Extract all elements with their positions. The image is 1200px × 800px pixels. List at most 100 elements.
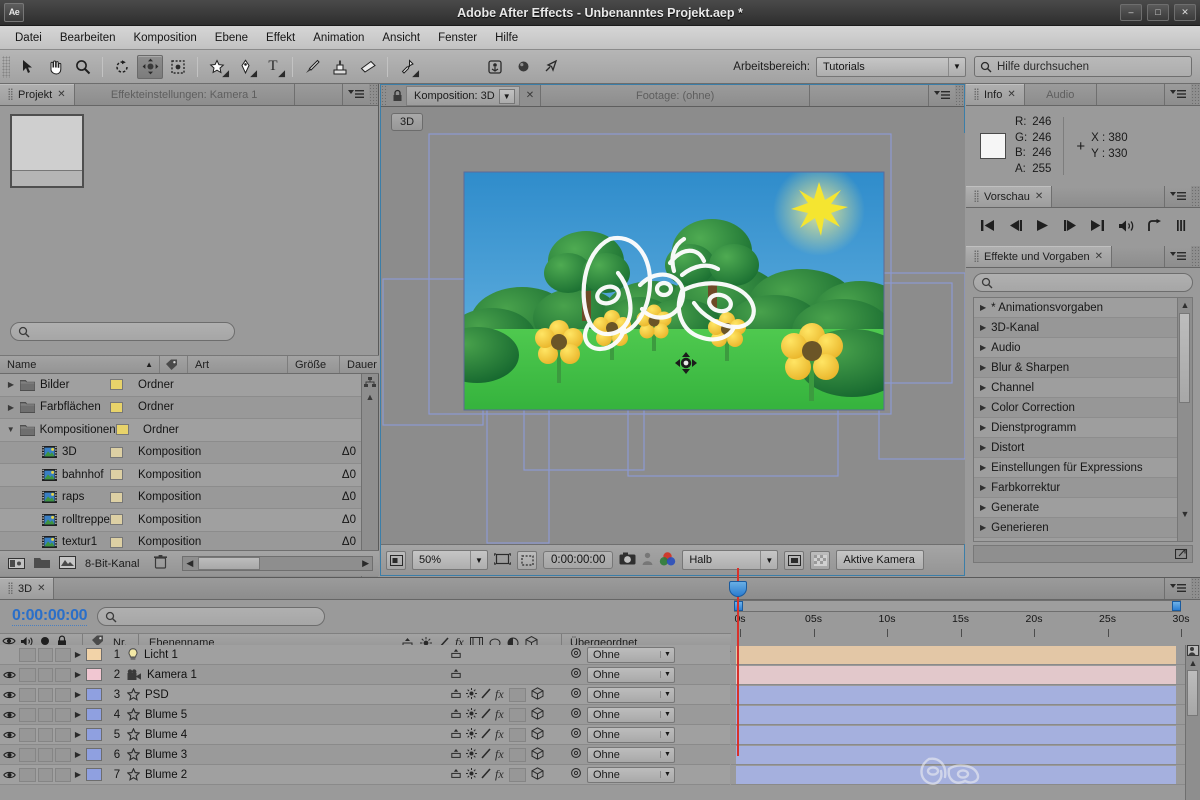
effects-search-input[interactable] bbox=[973, 273, 1193, 292]
effects-category-row[interactable]: ▶ Farbkorrektur bbox=[974, 478, 1192, 498]
timeline-track[interactable] bbox=[731, 705, 1200, 725]
bit-depth-label[interactable]: 8-Bit-Kanal bbox=[85, 558, 139, 570]
parent-pickwhip-icon[interactable] bbox=[570, 727, 582, 742]
scroll-thumb[interactable] bbox=[198, 557, 261, 570]
motion-blur-switch[interactable] bbox=[508, 707, 526, 722]
effects-switch-icon[interactable] bbox=[481, 687, 491, 702]
disclosure-triangle-icon[interactable]: ▼ bbox=[6, 425, 16, 434]
quality-switch-icon[interactable] bbox=[466, 687, 477, 702]
current-time-indicator[interactable] bbox=[729, 568, 747, 756]
timeline-layer-row[interactable]: ▶ 5 Blume 4 fx Ohne ▼ bbox=[0, 725, 730, 745]
quality-switch-icon[interactable] bbox=[466, 707, 477, 722]
motion-blur-switch[interactable] bbox=[508, 767, 526, 782]
three-d-switch-icon[interactable] bbox=[531, 766, 544, 783]
parent-select[interactable]: Ohne ▼ bbox=[587, 746, 675, 763]
region-select-icon[interactable] bbox=[517, 550, 537, 570]
workspace-select[interactable]: Tutorials ▼ bbox=[816, 56, 966, 77]
parent-select[interactable]: Ohne ▼ bbox=[587, 646, 675, 663]
disclosure-triangle-icon[interactable]: ▶ bbox=[980, 323, 986, 332]
project-item-row[interactable]: bahnhof Komposition Δ0 bbox=[0, 464, 362, 487]
anchor-point-icon[interactable] bbox=[482, 55, 508, 79]
menu-ebene[interactable]: Ebene bbox=[206, 30, 257, 46]
layer-audio-toggle[interactable] bbox=[19, 667, 36, 682]
preview-panel-menu-icon[interactable] bbox=[1165, 186, 1191, 207]
project-panel-grip-icon[interactable] bbox=[369, 84, 378, 105]
comp-tab-close-icon[interactable]: ✕ bbox=[520, 85, 540, 106]
previous-frame-button[interactable] bbox=[1008, 219, 1023, 235]
close-icon[interactable]: ✕ bbox=[1095, 251, 1103, 262]
disclosure-triangle-icon[interactable]: ▶ bbox=[980, 423, 986, 432]
tab-info[interactable]: Info ✕ bbox=[966, 84, 1025, 105]
parent-pickwhip-icon[interactable] bbox=[570, 667, 582, 682]
camera-view-select[interactable]: Aktive Kamera bbox=[836, 550, 925, 570]
tab-effekte-und-vorgaben[interactable]: Effekte und Vorgaben ✕ bbox=[966, 246, 1112, 267]
label-color-swatch[interactable] bbox=[110, 379, 123, 391]
column-dauer[interactable]: Dauer bbox=[340, 356, 379, 373]
column-groesse[interactable]: Größe bbox=[288, 356, 340, 373]
layer-label-swatch[interactable] bbox=[86, 728, 102, 741]
layer-label-swatch[interactable] bbox=[86, 748, 102, 761]
disclosure-triangle-icon[interactable]: ▶ bbox=[980, 503, 986, 512]
project-item-row[interactable]: 3D Komposition Δ0 bbox=[0, 441, 362, 464]
fx-switch-icon[interactable]: fx bbox=[495, 707, 504, 722]
shy-switch-icon[interactable] bbox=[450, 768, 462, 782]
menu-hilfe[interactable]: Hilfe bbox=[486, 30, 527, 46]
project-item-row[interactable]: rolltreppe Komposition Δ0 bbox=[0, 509, 362, 532]
timeline-vertical-scrollbar[interactable]: ▲ bbox=[1185, 645, 1200, 800]
effects-category-row[interactable]: ▶ Generieren bbox=[974, 518, 1192, 538]
shy-switch-icon[interactable] bbox=[450, 748, 462, 762]
layer-duration-bar[interactable] bbox=[736, 746, 1176, 764]
layer-lock-toggle[interactable] bbox=[55, 667, 71, 682]
menu-datei[interactable]: Datei bbox=[6, 30, 51, 46]
work-area-bar[interactable] bbox=[734, 600, 1181, 612]
project-panel-menu-icon[interactable] bbox=[343, 84, 369, 105]
layer-lock-toggle[interactable] bbox=[55, 767, 71, 782]
timeline-track[interactable] bbox=[731, 725, 1200, 745]
quality-switch-icon[interactable] bbox=[466, 767, 477, 782]
scroll-down-arrow-icon[interactable]: ▼ bbox=[1178, 509, 1192, 519]
motion-blur-switch[interactable] bbox=[508, 727, 526, 742]
tab-effekteinstellungen[interactable]: Effekteinstellungen: Kamera 1 bbox=[74, 84, 295, 105]
layer-label-swatch[interactable] bbox=[86, 688, 102, 701]
disclosure-triangle-icon[interactable]: ▶ bbox=[980, 483, 986, 492]
timeline-layer-row[interactable]: ▶ 6 Blume 3 fx Ohne ▼ bbox=[0, 745, 730, 765]
comp-panel-grip-icon[interactable] bbox=[381, 85, 388, 106]
help-search-input[interactable]: Hilfe durchsuchen bbox=[974, 56, 1192, 77]
three-d-switch-icon[interactable] bbox=[531, 726, 544, 743]
pan-behind-tool-icon[interactable] bbox=[165, 55, 191, 79]
parent-select[interactable]: Ohne ▼ bbox=[587, 686, 675, 703]
comp-current-time[interactable]: 0:00:00:00 bbox=[543, 551, 614, 569]
layer-disclosure-icon[interactable]: ▶ bbox=[72, 670, 84, 679]
project-item-row[interactable]: ▶ Bilder Ordner bbox=[0, 374, 362, 397]
label-color-swatch[interactable] bbox=[110, 491, 123, 503]
layer-name[interactable]: Blume 5 bbox=[127, 708, 450, 721]
comp-panel-grip-right-icon[interactable] bbox=[955, 85, 964, 106]
shape-tool-icon[interactable]: ◢ bbox=[204, 55, 230, 79]
effects-switch-icon[interactable] bbox=[481, 727, 491, 742]
eraser-tool-icon[interactable] bbox=[355, 55, 381, 79]
parent-select[interactable]: Ohne ▼ bbox=[587, 766, 675, 783]
last-frame-button[interactable] bbox=[1090, 219, 1105, 235]
tab-timeline-3d[interactable]: 3D ✕ bbox=[0, 578, 55, 599]
zoom-tool-icon[interactable] bbox=[70, 55, 96, 79]
trash-icon[interactable] bbox=[154, 555, 168, 572]
toolbar-grip-icon[interactable] bbox=[2, 55, 10, 78]
close-icon[interactable]: ✕ bbox=[1007, 89, 1015, 100]
selection-tool-icon[interactable] bbox=[14, 55, 40, 79]
label-color-swatch[interactable] bbox=[115, 424, 129, 436]
disclosure-triangle-icon[interactable]: ▶ bbox=[6, 380, 16, 389]
close-button[interactable]: ✕ bbox=[1174, 4, 1196, 21]
work-area-end-handle[interactable] bbox=[1172, 601, 1181, 611]
layer-thumbnail-toggle-icon[interactable] bbox=[1186, 645, 1200, 658]
parent-select[interactable]: Ohne ▼ bbox=[587, 726, 675, 743]
tab-komposition-3d[interactable]: Komposition: 3D ▼ bbox=[406, 86, 520, 106]
rotation-tool-icon[interactable] bbox=[109, 55, 135, 79]
shy-switch-icon[interactable] bbox=[450, 668, 462, 682]
brush-tool-icon[interactable] bbox=[299, 55, 325, 79]
shy-switch-icon[interactable] bbox=[450, 728, 462, 742]
effects-category-row[interactable]: ▶ Dienstprogramm bbox=[974, 418, 1192, 438]
effects-category-row[interactable]: ▶ Audio bbox=[974, 338, 1192, 358]
project-item-row[interactable]: raps Komposition Δ0 bbox=[0, 486, 362, 509]
column-name[interactable]: Name ▲ bbox=[0, 356, 160, 373]
menu-bearbeiten[interactable]: Bearbeiten bbox=[51, 30, 125, 46]
